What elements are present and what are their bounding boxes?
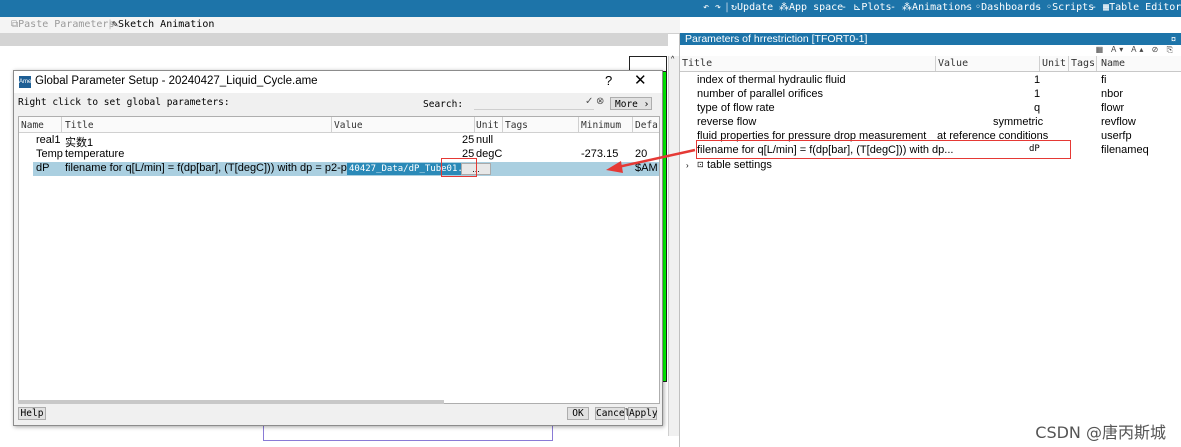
apply-button[interactable]: Apply bbox=[628, 407, 658, 420]
table-row[interactable]: reverse flow symmetric revflow bbox=[680, 116, 1181, 130]
cancel-button[interactable]: Cancel bbox=[595, 407, 630, 420]
table-row[interactable]: Temp temperature 25 degC -273.15 20 bbox=[19, 148, 659, 162]
parameters-panel: Parameters of hrrestriction [TFORT0-1] ¤… bbox=[679, 33, 1181, 447]
column-name[interactable]: Name bbox=[1101, 58, 1125, 69]
table-row[interactable]: number of parallel orifices 1 nbor bbox=[680, 88, 1181, 102]
canvas-header-strip bbox=[0, 33, 668, 46]
plots-button[interactable]: - ⊾Plots bbox=[841, 2, 892, 13]
dialog-hint: Right click to set global parameters: bbox=[18, 97, 230, 108]
check-icon[interactable]: ✓ bbox=[585, 96, 593, 107]
column-title[interactable]: Title bbox=[65, 120, 94, 131]
search-input[interactable] bbox=[474, 97, 594, 110]
help-button[interactable]: Help bbox=[18, 407, 46, 420]
dialog-titlebar: Ame Global Parameter Setup - 20240427_Li… bbox=[14, 71, 662, 93]
top-ribbon: ↶ ↷ | ↻Update ⁂App space - ⊾Plots - ⁂Ani… bbox=[0, 0, 1181, 17]
canvas-selection-box bbox=[263, 425, 553, 441]
secondary-toolbar: ⧉Paste Parameters | ✎Sketch Animation bbox=[0, 17, 680, 34]
table-row[interactable]: real1 实数1 25 null bbox=[19, 134, 659, 149]
sketch-animation-button[interactable]: ✎Sketch Animation bbox=[112, 19, 214, 30]
help-icon[interactable]: ? bbox=[605, 73, 612, 88]
column-value[interactable]: Value bbox=[938, 58, 968, 69]
panel-tool-icons: ▦ A▾ A▴ ⊘ ⎘ bbox=[680, 45, 1181, 56]
ok-button[interactable]: OK bbox=[567, 407, 589, 420]
panel-tools-icon[interactable]: ▦ A▾ A▴ ⊘ ⎘ bbox=[1096, 45, 1176, 55]
column-title[interactable]: Title bbox=[682, 58, 712, 69]
undo-redo-icons[interactable]: ↶ ↷ bbox=[703, 2, 721, 13]
column-name[interactable]: Name bbox=[21, 120, 44, 131]
highlight-box bbox=[441, 158, 477, 177]
search-label: Search: bbox=[423, 99, 464, 110]
table-row[interactable]: index of thermal hydraulic fluid 1 fi bbox=[680, 74, 1181, 88]
scroll-up-icon[interactable]: ^ bbox=[671, 56, 674, 63]
highlight-box bbox=[696, 140, 1071, 159]
table-row[interactable]: type of flow rate q flowr bbox=[680, 102, 1181, 116]
parameters-panel-title: Parameters of hrrestriction [TFORT0-1] ¤ bbox=[680, 33, 1181, 45]
column-unit[interactable]: Unit bbox=[476, 120, 499, 131]
watermark: CSDN @唐丙斯城 bbox=[1035, 423, 1166, 442]
pin-icon[interactable]: ¤ bbox=[1171, 33, 1176, 45]
column-default[interactable]: Defa bbox=[635, 120, 658, 131]
animations-button[interactable]: - ⁂Animations bbox=[890, 2, 972, 13]
app-icon: Ame bbox=[19, 76, 31, 88]
column-unit[interactable]: Unit bbox=[1042, 58, 1066, 69]
expand-icon[interactable]: › bbox=[686, 161, 689, 170]
close-icon[interactable]: ✕ bbox=[634, 71, 647, 89]
table-row-selected[interactable]: dP filename for q[L/min] = f(dp[bar], (T… bbox=[33, 162, 659, 176]
column-value[interactable]: Value bbox=[334, 120, 363, 131]
scripts-button[interactable]: - ◦Scripts bbox=[1034, 2, 1094, 13]
group-row-table-settings[interactable]: › ⊡ table settings bbox=[680, 159, 1181, 173]
clear-icon[interactable]: ⊗ bbox=[596, 96, 604, 107]
app-space-button[interactable]: ⁂App space bbox=[779, 2, 843, 13]
paste-parameters-button[interactable]: ⧉Paste Parameters bbox=[11, 19, 114, 30]
update-button[interactable]: ↻Update bbox=[731, 2, 773, 13]
dialog-title: Global Parameter Setup - 20240427_Liquid… bbox=[35, 75, 318, 87]
column-tags[interactable]: Tags bbox=[1071, 58, 1095, 69]
table-editor-button[interactable]: - ▦Table Editor bbox=[1091, 2, 1181, 13]
global-parameter-table: Name Title Value Unit Tags Minimum Defa … bbox=[18, 116, 660, 404]
horizontal-scrollbar[interactable] bbox=[18, 400, 444, 404]
global-parameter-dialog: Ame Global Parameter Setup - 20240427_Li… bbox=[13, 70, 663, 426]
table-header: Name Title Value Unit Tags Minimum Defa bbox=[19, 117, 659, 133]
column-tags[interactable]: Tags bbox=[505, 120, 528, 131]
more-button[interactable]: More › bbox=[610, 97, 652, 110]
dashboards-button[interactable]: - ◦Dashboards bbox=[963, 2, 1041, 13]
group-icon: ⊡ bbox=[697, 160, 704, 169]
parameters-table-header: Title Value Unit Tags Name bbox=[680, 56, 1181, 72]
chevron-right-icon: › bbox=[643, 99, 650, 110]
column-minimum[interactable]: Minimum bbox=[581, 120, 621, 131]
